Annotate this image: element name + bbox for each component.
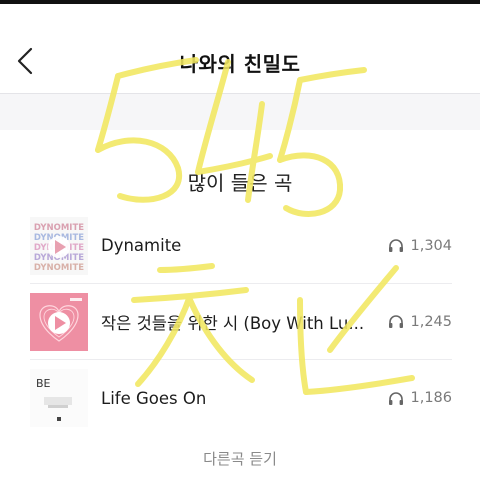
track-row-life-goes-on[interactable]: BE Life Goes On 1,186 [30, 360, 452, 436]
track-title: 작은 것들을 위한 시 (Boy With Lu... [101, 313, 365, 333]
album-cover-dynamite: DYNOMITE DYNOMITE DYNOMITE DYNOMITE DYNO… [30, 216, 88, 275]
headphones-icon [389, 391, 404, 405]
header-bar: 나와의 친밀도 [0, 4, 480, 94]
play-count-value: 1,304 [410, 237, 452, 254]
cover-text-line: BE [36, 377, 51, 390]
play-count: 1,186 [388, 390, 452, 406]
track-title: Dynamite [101, 236, 182, 255]
track-title: Life Goes On [101, 388, 207, 408]
cover-text-line: DYNOMITE [34, 263, 84, 273]
persona-cover-art [30, 292, 88, 351]
play-count: 1,304 [388, 238, 452, 254]
album-cover-map-of-the-soul [30, 292, 88, 351]
more-songs-link[interactable]: 다른곡 듣기 [0, 448, 480, 469]
be-cover-art: BE [30, 369, 88, 427]
page-title: 나와의 친밀도 [179, 52, 301, 76]
headphones-icon [389, 239, 404, 252]
section-title: 많이 들은 곡 [187, 171, 293, 195]
album-cover-be: BE [30, 369, 88, 427]
play-count-value: 1,245 [410, 313, 452, 330]
track-row-dynamite[interactable]: DYNOMITE DYNOMITE DYNOMITE DYNOMITE DYNO… [30, 208, 452, 284]
dynamite-cover-art: DYNOMITE DYNOMITE DYNOMITE DYNOMITE DYNO… [30, 216, 88, 275]
cover-text-line: DYNOMITE [34, 223, 84, 233]
play-count-value: 1,186 [410, 390, 452, 406]
play-count: 1,245 [388, 314, 452, 330]
headphones-icon [389, 315, 404, 328]
track-row-boy-with-luv[interactable]: 작은 것들을 위한 시 (Boy With Lu... 1,245 [30, 284, 452, 360]
